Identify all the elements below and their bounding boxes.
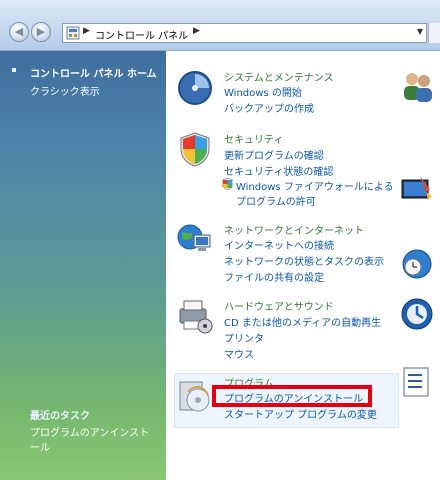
link-printers[interactable]: プリンタ <box>224 330 264 345</box>
recent-task-uninstall-program[interactable]: プログラムのアンインストール <box>30 426 155 456</box>
link-autoplay[interactable]: CD または他のメディアの自動再生 <box>224 314 381 329</box>
address-bar[interactable]: ▶ コントロール パネル ▶ ▼ <box>62 23 427 43</box>
link-mouse[interactable]: マウス <box>224 346 254 361</box>
link-check-security-status[interactable]: セキュリティ状態の確認 <box>224 163 333 178</box>
link-connect-internet[interactable]: インターネットへの接続 <box>224 237 334 252</box>
address-dropdown-icon[interactable]: ▼ <box>417 27 423 36</box>
security-shield-icon[interactable] <box>176 130 214 168</box>
category-hardware-sound[interactable]: ハードウェアとサウンド <box>224 298 334 313</box>
breadcrumb-separator-icon: ▶ <box>83 26 90 36</box>
programs-icon[interactable] <box>176 376 214 414</box>
link-windows-start[interactable]: Windows の開始 <box>224 84 302 99</box>
ease-of-access-icon[interactable] <box>400 297 434 331</box>
link-file-sharing[interactable]: ファイルの共有の設定 <box>224 269 324 284</box>
link-network-status[interactable]: ネットワークの状態とタスクの表示 <box>224 253 384 268</box>
link-windows-firewall[interactable]: Windows ファイアウォールによる <box>236 178 394 193</box>
link-startup-programs[interactable]: スタートアップ プログラムの変更 <box>224 406 377 421</box>
clock-language-region-icon[interactable] <box>400 247 434 281</box>
category-security[interactable]: セキュリティ <box>224 131 283 146</box>
hardware-sound-icon[interactable] <box>176 297 214 335</box>
category-network-internet[interactable]: ネットワークとインターネット <box>224 222 364 237</box>
breadcrumb-chevron-icon[interactable]: ▶ <box>193 26 200 36</box>
recent-tasks-heading: 最近のタスク <box>30 411 90 422</box>
main-content: システムとメンテナンス Windows の開始 バックアップの作成 セキュリティ… <box>166 51 440 480</box>
sidebar: コントロール パネル ホーム クラシック表示 最近のタスク プログラムのアンイン… <box>0 51 166 480</box>
forward-button[interactable]: ▶ <box>31 22 51 42</box>
category-system-maintenance[interactable]: システムとメンテナンス <box>224 69 334 84</box>
sidebar-item-classic-view[interactable]: クラシック表示 <box>30 83 100 98</box>
system-maintenance-icon[interactable] <box>176 69 214 107</box>
refresh-button[interactable] <box>428 23 440 43</box>
control-panel-icon <box>66 26 80 40</box>
additional-options-icon[interactable] <box>400 365 434 399</box>
network-internet-icon[interactable] <box>176 221 214 259</box>
navigation-bar: ◀ ▶ ▶ コントロール パネル ▶ ▼ <box>0 0 440 51</box>
current-page-bullet-icon <box>12 68 16 72</box>
breadcrumb-control-panel[interactable]: コントロール パネル <box>95 27 188 42</box>
link-allow-program[interactable]: プログラムの許可 <box>236 193 316 208</box>
uac-shield-icon <box>222 178 233 190</box>
user-accounts-icon[interactable] <box>400 69 434 103</box>
link-create-backup[interactable]: バックアップの作成 <box>224 100 314 115</box>
back-button[interactable]: ◀ <box>9 22 29 42</box>
appearance-icon[interactable] <box>400 172 434 206</box>
link-check-updates[interactable]: 更新プログラムの確認 <box>224 147 324 162</box>
sidebar-item-control-panel-home[interactable]: コントロール パネル ホーム <box>30 65 157 80</box>
highlight-box <box>212 385 372 407</box>
